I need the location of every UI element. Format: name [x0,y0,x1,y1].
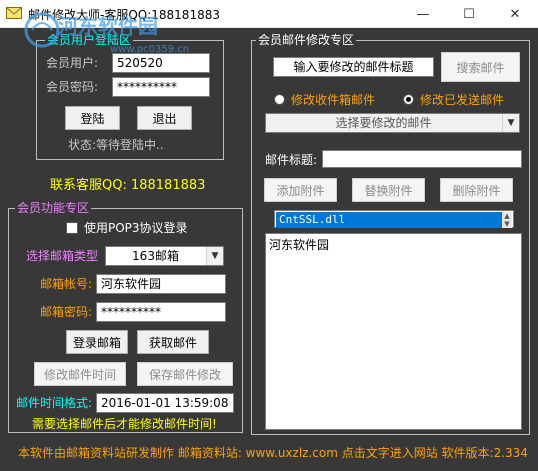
member-user-input[interactable]: 520520 [112,53,210,73]
mailbox-type-label: 选择邮箱类型 [26,249,99,263]
mail-password-label: 邮箱密码: [40,305,93,319]
select-mail-value: 选择要修改的邮件 [335,116,432,130]
mail-time-input[interactable]: 2016-01-01 13:59:08 [96,393,234,413]
attachment-scroll[interactable]: ▲ ▼ [502,212,512,228]
search-mail-button[interactable]: 搜索邮件 [441,52,520,82]
add-attachment-button[interactable]: 添加附件 [264,178,337,202]
fetch-mail-button[interactable]: 获取邮件 [137,330,209,354]
mail-account-input[interactable]: 河东软件园 [96,274,226,294]
chevron-down-icon: ▼ [502,114,519,132]
mail-icon [6,7,22,19]
radio-sent-label: 修改已发送邮件 [420,93,505,107]
contact-qq: 联系客服QQ: 188181883 [50,178,206,193]
time-warning: 需要选择邮件后才能修改邮件时间! [32,417,217,431]
function-group-title: 会员功能专区 [15,201,92,215]
watermark-url: www.pc0359.cn [110,44,190,55]
radio-inbox[interactable] [274,94,285,105]
radio-sent[interactable] [403,94,414,105]
replace-attachment-button[interactable]: 替换附件 [352,178,425,202]
mail-subject-label: 邮件标题: [265,153,318,167]
member-user-label: 会员用户: [46,56,99,70]
footer-link[interactable]: 本软件由邮箱资料站研发制作 邮箱资料站: www.uxzlz.com 点击文字进… [18,444,528,461]
save-modify-button[interactable]: 保存邮件修改 [137,362,233,386]
attachment-list[interactable]: CntSSL.dll ▲ ▼ [274,210,514,228]
close-icon[interactable]: ✕ [492,0,538,28]
mail-account-label: 邮箱帐号: [40,277,93,291]
pop3-checkbox[interactable] [66,222,78,234]
logout-button[interactable]: 退出 [137,106,192,130]
modify-time-button[interactable]: 修改邮件时间 [34,362,126,386]
login-mailbox-button[interactable]: 登录邮箱 [66,330,128,354]
watermark-text: 河东软件园 [58,14,158,38]
mail-password-input[interactable]: ********** [96,302,226,322]
login-status: 状态:等待登陆中.. [68,138,164,152]
pop3-label: 使用POP3协议登录 [84,221,188,235]
attachment-item[interactable]: CntSSL.dll [276,212,512,228]
modify-group-title: 会员邮件修改专区 [256,33,357,47]
minimize-icon[interactable]: — [400,0,446,28]
member-password-label: 会员密码: [46,80,99,94]
mail-body-text: 河东软件园 [269,238,330,252]
subject-search-input[interactable]: 输入要修改的邮件标题 [273,57,434,77]
mail-subject-input[interactable] [322,150,522,168]
delete-attachment-button[interactable]: 删除附件 [440,178,513,202]
mail-body-textarea[interactable]: 河东软件园 [265,233,522,430]
radio-inbox-label: 修改收件箱邮件 [291,93,376,107]
member-password-input[interactable]: ********** [112,77,210,97]
chevron-down-icon: ▼ [206,247,223,265]
mailbox-type-value: 163邮箱 [132,249,179,263]
maximize-icon[interactable]: ☐ [446,0,492,28]
login-button[interactable]: 登陆 [65,106,120,130]
main-window: 会员用户登陆区 会员用户: 520520 会员密码: ********** 登陆… [0,28,538,471]
time-format-label: 邮件时间格式: [16,396,93,410]
select-mail-dropdown[interactable]: 选择要修改的邮件 ▼ [265,113,520,133]
mailbox-type-select[interactable]: 163邮箱 ▼ [105,246,224,266]
